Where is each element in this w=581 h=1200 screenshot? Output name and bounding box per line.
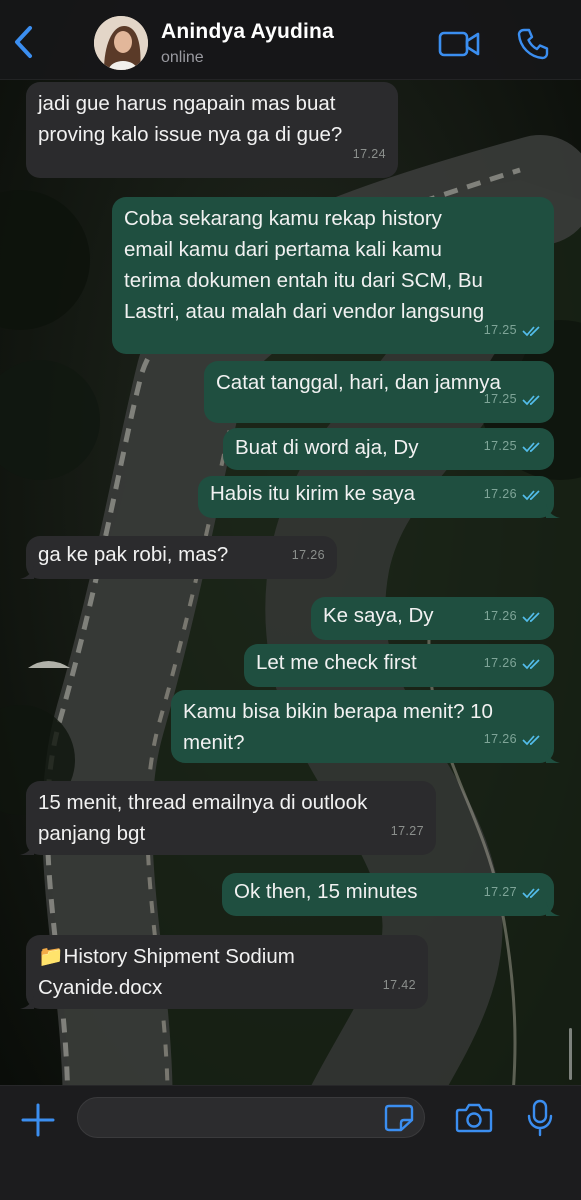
message-meta: 17.26	[484, 479, 542, 510]
message-bubble-incoming[interactable]: ga ke pak robi, mas? 17.26	[20, 536, 337, 579]
voice-call-button[interactable]	[515, 26, 551, 62]
contact-name[interactable]: Anindya Ayudina	[161, 20, 334, 44]
message-bubble-incoming[interactable]: jadi gue harus ngapain mas buat proving …	[26, 82, 398, 178]
contact-status: online	[161, 49, 204, 66]
message-time: 17.26	[483, 487, 517, 501]
message-time: 17.27	[483, 885, 517, 899]
message-composer	[0, 1085, 581, 1200]
message-time: 17.25	[483, 439, 517, 453]
read-ticks-icon	[522, 489, 540, 500]
message-time: 17.26	[483, 609, 517, 623]
camera-icon	[455, 1103, 493, 1133]
message-time: 17.25	[483, 323, 517, 337]
bubble-tail	[546, 749, 560, 763]
message-time: 17.26	[483, 656, 517, 670]
message-meta: 17.26	[484, 724, 542, 755]
message-meta: 17.26	[484, 601, 542, 632]
message-time: 17.27	[390, 824, 424, 838]
bubble-tail	[20, 841, 34, 855]
message-meta: 17.25	[484, 384, 542, 415]
sticker-icon	[384, 1104, 414, 1132]
message-bubble-outgoing[interactable]: Habis itu kirim ke saya 17.26	[198, 476, 560, 518]
sticker-button[interactable]	[384, 1104, 414, 1132]
avatar[interactable]	[94, 16, 148, 70]
bubble-tail	[546, 504, 560, 518]
read-ticks-icon	[522, 441, 540, 452]
scrollbar-thumb[interactable]	[569, 1028, 572, 1080]
read-ticks-icon	[522, 394, 540, 405]
message-bubble-outgoing[interactable]: Ke saya, Dy 17.26	[311, 597, 554, 640]
message-time: 17.24	[352, 147, 386, 161]
message-bubble-outgoing[interactable]: Let me check first 17.26	[244, 644, 554, 687]
message-list: jadi gue harus ngapain mas buat proving …	[0, 80, 581, 1085]
message-text: 15 menit, thread emailnya di outlook pan…	[38, 791, 368, 845]
message-time: 17.26	[483, 732, 517, 746]
message-text: 📁History Shipment Sodium Cyanide.docx	[38, 945, 295, 999]
message-bubble-outgoing[interactable]: Buat di word aja, Dy 17.25	[223, 428, 554, 470]
message-meta: 17.25	[484, 315, 542, 346]
message-meta: 17.26	[292, 540, 325, 571]
read-ticks-icon	[522, 658, 540, 669]
read-ticks-icon	[522, 611, 540, 622]
phone-icon	[517, 28, 549, 60]
bubble-tail	[20, 995, 34, 1009]
attach-button[interactable]	[20, 1102, 56, 1138]
bubble-tail	[20, 565, 34, 579]
message-time: 17.25	[483, 392, 517, 406]
home-indicator	[175, 1177, 405, 1183]
microphone-button[interactable]	[527, 1099, 553, 1137]
bubble-tail	[546, 902, 560, 916]
back-button[interactable]	[8, 22, 42, 62]
message-meta: 17.26	[484, 648, 542, 679]
message-meta: 17.24	[353, 139, 386, 170]
read-ticks-icon	[522, 734, 540, 745]
camera-button[interactable]	[455, 1102, 493, 1134]
message-text: jadi gue harus ngapain mas buat proving …	[38, 92, 343, 146]
chevron-left-icon	[15, 26, 32, 58]
message-meta: 17.42	[383, 970, 416, 1001]
read-ticks-icon	[522, 887, 540, 898]
message-input[interactable]	[77, 1097, 425, 1138]
plus-icon	[21, 1103, 55, 1137]
message-time: 17.42	[382, 978, 416, 992]
message-bubble-outgoing[interactable]: Ok then, 15 minutes 17.27	[222, 873, 560, 916]
read-ticks-icon	[522, 325, 540, 336]
chat-header: Anindya Ayudina online	[0, 0, 581, 80]
message-bubble-outgoing[interactable]: Catat tanggal, hari, dan jamnya 17.25	[204, 361, 554, 423]
message-meta: 17.27	[391, 816, 424, 847]
message-time: 17.26	[291, 548, 325, 562]
message-bubble-incoming[interactable]: 📁History Shipment Sodium Cyanide.docx 17…	[20, 935, 428, 1009]
video-call-button[interactable]	[438, 28, 482, 60]
contact-photo	[94, 16, 148, 70]
message-bubble-outgoing[interactable]: Coba sekarang kamu rekap history email k…	[112, 197, 554, 354]
message-meta: 17.27	[484, 877, 542, 908]
message-text: Coba sekarang kamu rekap history email k…	[124, 207, 485, 323]
message-text: ga ke pak robi, mas?	[38, 543, 229, 566]
message-meta: 17.25	[484, 431, 542, 462]
microphone-icon	[527, 1099, 553, 1137]
message-bubble-incoming[interactable]: 15 menit, thread emailnya di outlook pan…	[20, 781, 436, 855]
video-camera-icon	[438, 31, 480, 57]
message-bubble-outgoing[interactable]: Kamu bisa bikin berapa menit? 10 menit? …	[171, 690, 560, 763]
